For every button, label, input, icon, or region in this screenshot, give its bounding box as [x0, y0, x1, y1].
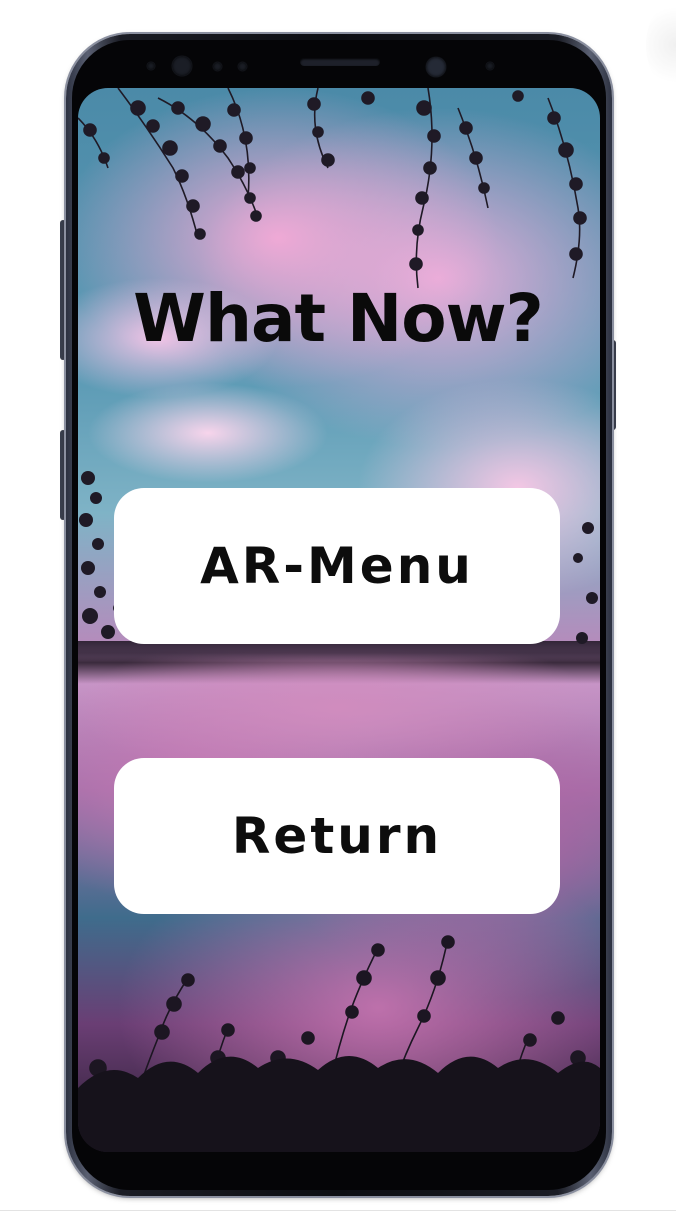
speaker-grille-icon	[300, 58, 380, 66]
horizon-treeline	[78, 641, 600, 661]
return-button[interactable]: Return	[114, 758, 560, 914]
iris-camera-icon	[486, 62, 494, 70]
led-indicator-icon	[238, 62, 247, 71]
page-title: What Now?	[133, 280, 544, 357]
page: What Now? AR-Menu Return	[0, 0, 676, 1214]
corner-glow	[646, 0, 676, 90]
proximity-sensor-icon	[147, 62, 155, 70]
foliage-bottom	[78, 935, 600, 1152]
ar-menu-button[interactable]: AR-Menu	[114, 488, 560, 644]
iris-scanner-icon	[172, 56, 192, 76]
front-camera-icon	[426, 57, 446, 77]
foliage-top	[78, 88, 587, 289]
ambient-sensor-icon	[213, 62, 222, 71]
bottom-divider	[0, 1210, 676, 1211]
